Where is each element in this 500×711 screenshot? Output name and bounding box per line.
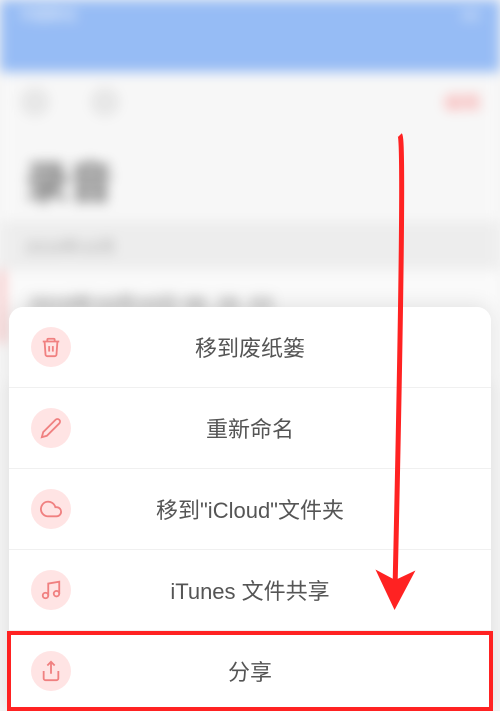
page-title: 录音 [25,147,475,211]
action-label: 移到废纸篓 [71,331,469,363]
status-bar: 中国移动 4G [0,0,500,30]
music-icon [31,570,71,610]
action-share[interactable]: 分享 [9,631,491,711]
action-trash[interactable]: 移到废纸篓 [9,307,491,388]
action-label: 分享 [71,655,469,687]
network-label: 4G [461,7,480,23]
toolbar: 编辑 [0,72,500,132]
section-header: 2019年10月 [0,221,500,270]
action-rename[interactable]: 重新命名 [9,388,491,469]
action-label: iTunes 文件共享 [71,574,469,606]
action-itunes[interactable]: iTunes 文件共享 [9,550,491,631]
share-icon [31,651,71,691]
action-sheet: 移到废纸篓 重新命名 移到"iCloud"文件夹 iTunes 文件共享 [9,307,491,711]
blue-header [0,30,500,72]
title-area: 录音 [0,132,500,221]
pencil-icon [31,408,71,448]
toolbar-icon-1[interactable] [20,87,50,117]
toolbar-icon-2[interactable] [90,87,120,117]
action-icloud[interactable]: 移到"iCloud"文件夹 [9,469,491,550]
carrier-label: 中国移动 [20,5,76,25]
action-label: 重新命名 [71,412,469,444]
cloud-icon [31,489,71,529]
action-label: 移到"iCloud"文件夹 [71,493,469,525]
trash-icon [31,327,71,367]
edit-button[interactable]: 编辑 [444,89,480,115]
